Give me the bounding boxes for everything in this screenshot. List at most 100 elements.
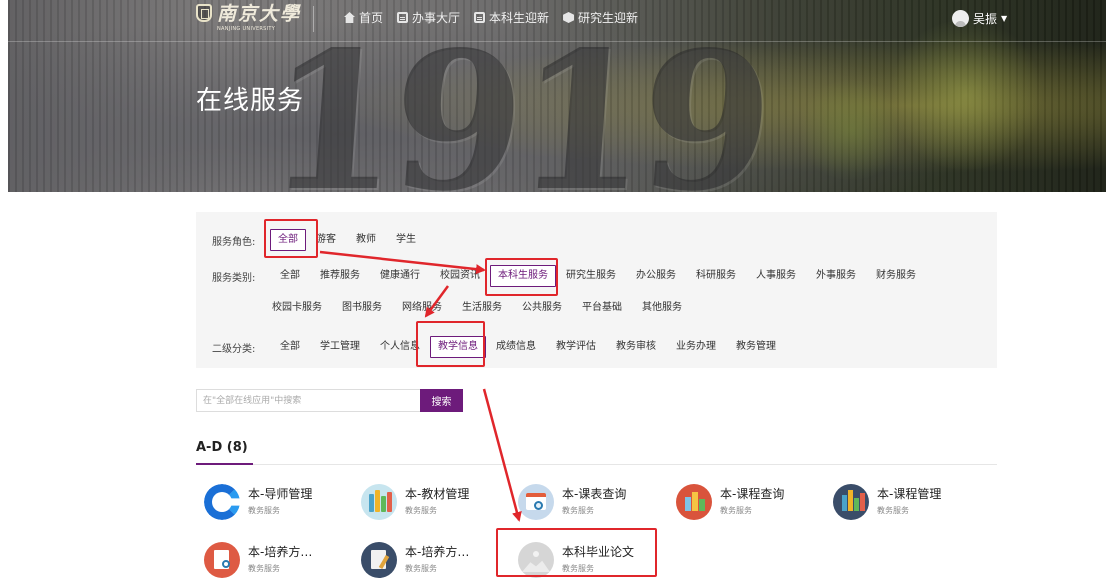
role-filter-row: 服务角色: 全部 游客 教师 学生 (212, 229, 426, 251)
subcategory-filter-label: 二级分类: (212, 343, 256, 355)
app-title: 本-导师管理 (248, 487, 313, 501)
search-input[interactable] (196, 389, 420, 412)
app-subtitle: 教务服务 (248, 564, 280, 573)
subcategory-option[interactable]: 个人信息 (370, 336, 430, 358)
category-option-undergrad[interactable]: 本科生服务 (490, 265, 556, 287)
training-plan-icon (204, 542, 240, 578)
category-option[interactable]: 校园资讯 (430, 265, 490, 287)
app-title: 本-课程查询 (720, 487, 785, 501)
section-heading: A-D (8) (196, 440, 248, 455)
course-management-icon (833, 484, 869, 520)
app-title: 本-课表查询 (562, 487, 627, 501)
app-subtitle: 教务服务 (877, 506, 909, 515)
category-option[interactable]: 健康通行 (370, 265, 430, 287)
nav-undergrad-welcome[interactable]: 本科生迎新 (474, 9, 549, 26)
caret-down-icon: ▼ (1001, 14, 1008, 23)
nav-label: 办事大厅 (412, 11, 461, 25)
subcategory-option[interactable]: 教务审核 (606, 336, 666, 358)
category-option[interactable]: 校园卡服务 (262, 297, 332, 319)
avatar (952, 10, 969, 27)
university-logo[interactable]: 南京大學 NANJING UNIVERSITY (196, 4, 301, 32)
category-option[interactable]: 科研服务 (686, 265, 746, 287)
app-tile-textbook-management[interactable]: 本-教材管理 教务服务 (361, 484, 469, 520)
category-option[interactable]: 平台基础 (572, 297, 632, 319)
app-title: 本-课程管理 (877, 487, 942, 501)
category-option[interactable]: 图书服务 (332, 297, 392, 319)
nav-links: 首页 办事大厅 本科生迎新 研究生迎新 (344, 9, 638, 26)
app-tile-timetable-query[interactable]: 本-课表查询 教务服务 (518, 484, 626, 520)
home-icon (344, 12, 355, 23)
app-title: 本科毕业论文 (562, 545, 635, 559)
role-filter-label: 服务角色: (212, 236, 256, 248)
filter-panel: 服务角色: 全部 游客 教师 学生 服务类别: 全部 推荐服务 健康通行 校园资… (196, 212, 997, 368)
category-filter-label: 服务类别: (212, 272, 256, 284)
role-option-student[interactable]: 学生 (386, 229, 426, 251)
app-tile-training-plan-1[interactable]: 本-培养方… 教务服务 (204, 542, 312, 578)
annotation-arrow (482, 388, 522, 522)
subcategory-option[interactable]: 学工管理 (310, 336, 370, 358)
app-tile-course-management[interactable]: 本-课程管理 教务服务 (833, 484, 941, 520)
app-subtitle: 教务服务 (562, 564, 594, 573)
role-option-guest[interactable]: 游客 (306, 229, 346, 251)
nav-grad-welcome[interactable]: 研究生迎新 (563, 9, 638, 26)
subcategory-option[interactable]: 教学评估 (546, 336, 606, 358)
category-option[interactable]: 公共服务 (512, 297, 572, 319)
hero-banner: 1919 南京大學 NANJING UNIVERSITY 首页 办事大厅 本科生… (8, 0, 1106, 192)
category-option[interactable]: 人事服务 (746, 265, 806, 287)
app-title: 本-培养方… (248, 545, 313, 559)
banner-bokeh (886, 20, 1046, 170)
role-option-teacher[interactable]: 教师 (346, 229, 386, 251)
subcategory-option[interactable]: 教务管理 (726, 336, 786, 358)
nav-label: 首页 (359, 11, 384, 25)
subcategory-option-teaching-info[interactable]: 教学信息 (430, 336, 486, 358)
subcategory-option[interactable]: 业务办理 (666, 336, 726, 358)
role-option-all[interactable]: 全部 (270, 229, 306, 251)
category-option[interactable]: 全部 (270, 265, 310, 287)
logo-chinese-name: 南京大學 (217, 3, 302, 25)
subcategory-option[interactable]: 全部 (270, 336, 310, 358)
app-subtitle: 教务服务 (405, 506, 437, 515)
category-option[interactable]: 推荐服务 (310, 265, 370, 287)
app-tile-tutor-management[interactable]: 本-导师管理 教务服务 (204, 484, 312, 520)
app-subtitle: 教务服务 (248, 506, 280, 515)
nav-service-hall[interactable]: 办事大厅 (397, 9, 460, 26)
app-tile-training-plan-2[interactable]: 本-培养方… 教务服务 (361, 542, 469, 578)
logo-divider (313, 6, 314, 32)
app-subtitle: 教务服务 (720, 506, 752, 515)
logo-english-name: NANJING UNIVERSITY (217, 26, 276, 32)
search-button[interactable]: 搜索 (420, 389, 463, 412)
course-query-icon (676, 484, 712, 520)
section-divider (196, 464, 997, 465)
category-option[interactable]: 研究生服务 (556, 265, 626, 287)
document-icon (474, 12, 486, 23)
section-underline (196, 463, 253, 465)
app-tile-graduation-thesis[interactable]: 本科毕业论文 教务服务 (518, 542, 634, 578)
textbook-management-icon (361, 484, 397, 520)
top-navigation: 南京大學 NANJING UNIVERSITY 首页 办事大厅 本科生迎新 研究… (8, 0, 1106, 42)
nav-label: 研究生迎新 (578, 11, 639, 25)
subcategory-option[interactable]: 成绩信息 (486, 336, 546, 358)
search-bar: 搜索 (196, 389, 463, 412)
cube-icon (563, 12, 575, 23)
category-option[interactable]: 其他服务 (632, 297, 692, 319)
app-subtitle: 教务服务 (405, 564, 437, 573)
timetable-query-icon (518, 484, 554, 520)
image-placeholder-icon (518, 542, 554, 578)
nav-home[interactable]: 首页 (344, 9, 383, 26)
user-name: 吴振 (973, 12, 998, 26)
category-option[interactable]: 外事服务 (806, 265, 866, 287)
app-title: 本-教材管理 (405, 487, 470, 501)
banner-bokeh (796, 80, 906, 180)
user-menu[interactable]: 吴振 ▼ (952, 10, 1007, 27)
category-option[interactable]: 生活服务 (452, 297, 512, 319)
category-option[interactable]: 办公服务 (626, 265, 686, 287)
category-option[interactable]: 网络服务 (392, 297, 452, 319)
page-title: 在线服务 (196, 86, 305, 116)
app-tile-course-query[interactable]: 本-课程查询 教务服务 (676, 484, 784, 520)
university-emblem-icon (196, 4, 212, 22)
category-option[interactable]: 财务服务 (866, 265, 926, 287)
nav-label: 本科生迎新 (489, 11, 550, 25)
category-filter-row: 服务类别: 全部 推荐服务 健康通行 校园资讯 本科生服务 研究生服务 办公服务… (212, 265, 926, 287)
app-subtitle: 教务服务 (562, 506, 594, 515)
tutor-management-icon (204, 484, 240, 520)
